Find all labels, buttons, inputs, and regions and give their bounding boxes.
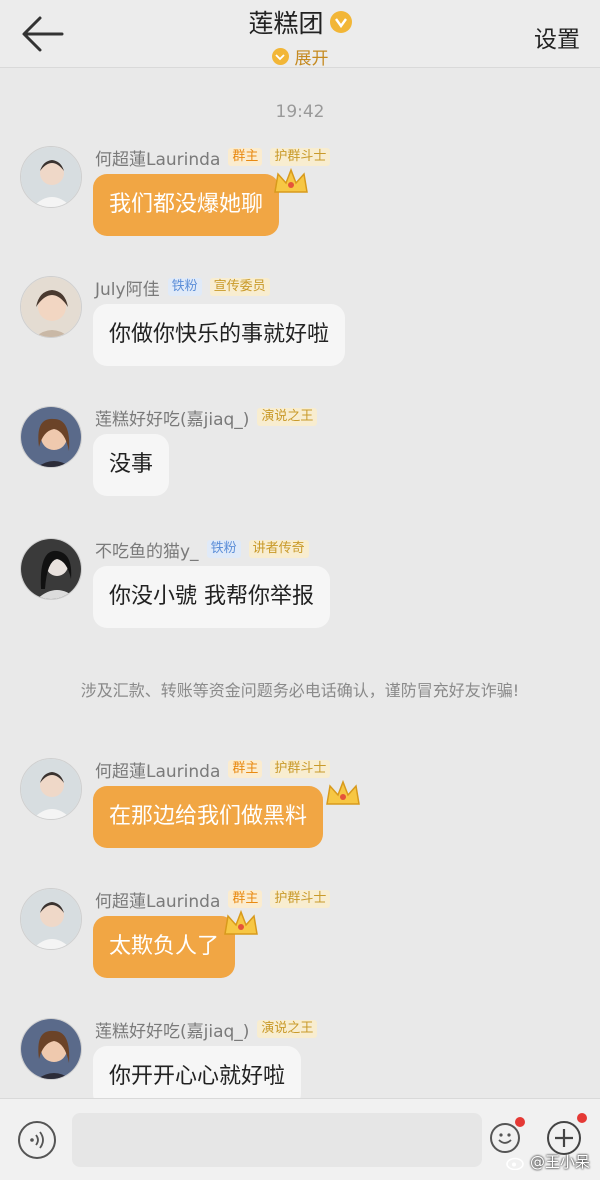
watermark-text: @王小呆 (529, 1153, 590, 1171)
sender-name: 莲糕好好吃(嘉jiaq_) (95, 1021, 250, 1042)
more-button[interactable] (547, 1121, 581, 1155)
avatar[interactable] (20, 406, 82, 468)
message-bubble[interactable]: 没事 (93, 434, 170, 496)
sender-name: 何超蓮Laurinda (95, 891, 221, 912)
timestamp: 19:42 (275, 102, 325, 122)
expand-button[interactable]: 展开 (271, 44, 329, 69)
sender-name: 何超蓮Laurinda (95, 149, 221, 170)
weibo-icon (506, 1157, 524, 1170)
title-badge: 讲者传奇 (248, 540, 309, 558)
voice-button[interactable] (18, 1121, 56, 1159)
sender-line: 何超蓮Laurinda 群主 护群斗士 (95, 146, 331, 170)
fan-badge: 铁粉 (167, 278, 202, 296)
avatar[interactable] (20, 276, 82, 338)
title-badge: 护群斗士 (270, 148, 331, 166)
sender-line: 不吃鱼的猫y_ 铁粉 讲者传奇 (95, 538, 309, 562)
crown-icon (224, 909, 258, 935)
role-badge: 群主 (228, 760, 263, 778)
sender-name: 莲糕好好吃(嘉jiaq_) (95, 409, 250, 430)
role-badge: 群主 (228, 148, 263, 166)
fraud-warning-notice: 涉及汇款、转账等资金问题务必电话确认，谨防冒充好友诈骗! (80, 681, 520, 700)
settings-button[interactable]: 设置 (534, 20, 580, 54)
message-bubble[interactable]: 你做你快乐的事就好啦 (93, 304, 346, 366)
avatar[interactable] (20, 538, 82, 600)
sender-line: July阿佳 铁粉 宣传委员 (95, 276, 270, 300)
sender-name: 不吃鱼的猫y_ (95, 541, 199, 562)
message-bubble[interactable]: 在那边给我们做黑料 (93, 786, 324, 848)
message-bubble[interactable]: 太欺负人了 (93, 916, 236, 978)
input-bar: @王小呆 (0, 1098, 600, 1180)
expand-chevron-icon (271, 48, 289, 65)
sender-name: July阿佳 (95, 279, 160, 300)
title-badge: 宣传委员 (209, 278, 270, 296)
title-badge: 演说之王 (257, 1020, 318, 1038)
title-badge: 演说之王 (257, 408, 318, 426)
avatar[interactable] (20, 888, 82, 950)
verified-badge-icon (329, 11, 352, 33)
sender-name: 何超蓮Laurinda (95, 761, 221, 782)
emoji-icon (498, 1133, 512, 1144)
sender-line: 莲糕好好吃(嘉jiaq_) 演说之王 (95, 1018, 318, 1042)
message-bubble[interactable]: 你没小號 我帮你举报 (93, 566, 330, 628)
title-badge: 护群斗士 (270, 760, 331, 778)
watermark: @王小呆 (506, 1151, 590, 1172)
expand-label: 展开 (294, 49, 329, 69)
group-name: 莲糕团 (248, 9, 324, 38)
message-bubble[interactable]: 我们都没爆她聊 (93, 174, 280, 236)
crown-icon (326, 779, 360, 805)
avatar[interactable] (20, 146, 82, 208)
group-title-area: 莲糕团 展开 (0, 4, 600, 69)
crown-icon (274, 167, 308, 193)
role-badge: 群主 (228, 890, 263, 908)
notification-dot (577, 1113, 587, 1123)
sender-line: 何超蓮Laurinda 群主 护群斗士 (95, 758, 331, 782)
fan-badge: 铁粉 (206, 540, 241, 558)
chat-header: 莲糕团 展开 设置 (0, 0, 600, 69)
group-title[interactable]: 莲糕团 (248, 4, 352, 40)
avatar[interactable] (20, 758, 82, 820)
emoji-button[interactable] (490, 1123, 520, 1153)
sender-line: 莲糕好好吃(嘉jiaq_) 演说之王 (95, 406, 318, 430)
message-input[interactable] (72, 1113, 482, 1167)
plus-icon (555, 1129, 573, 1147)
sender-line: 何超蓮Laurinda 群主 护群斗士 (95, 888, 331, 912)
notification-dot (515, 1117, 525, 1127)
voice-icon (30, 1131, 44, 1149)
avatar[interactable] (20, 1018, 82, 1080)
title-badge: 护群斗士 (270, 890, 331, 908)
